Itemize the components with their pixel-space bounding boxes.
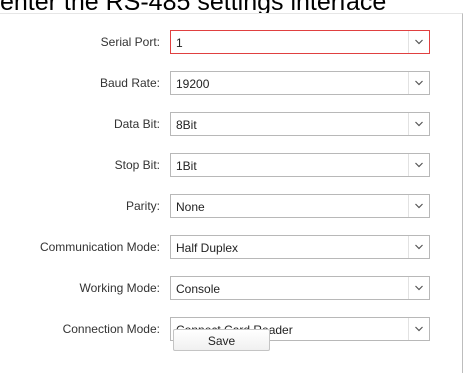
stop-bit-label: Stop Bit: [114, 158, 160, 172]
working-mode-select[interactable]: Console [170, 276, 430, 300]
serial-port-label: Serial Port: [100, 35, 160, 49]
data-bit-value: 8Bit [176, 118, 197, 132]
stop-bit-value: 1Bit [176, 159, 197, 173]
serial-port-row: Serial Port: 1 [0, 30, 462, 56]
stop-bit-row: Stop Bit: 1Bit [0, 153, 462, 179]
baud-rate-row: Baud Rate: 19200 [0, 71, 462, 97]
communication-mode-value: Half Duplex [176, 241, 239, 255]
chevron-down-icon[interactable] [408, 195, 429, 217]
parity-row: Parity: None [0, 194, 462, 220]
parity-value: None [176, 200, 205, 214]
serial-port-value: 1 [176, 36, 183, 50]
chevron-down-icon[interactable] [408, 72, 429, 94]
working-mode-value: Console [176, 282, 221, 296]
partial-document-text: enter the RS-485 settings interface [0, 0, 468, 13]
serial-port-select[interactable]: 1 [170, 30, 430, 54]
parity-label: Parity: [125, 199, 160, 213]
baud-rate-value: 19200 [176, 77, 210, 91]
rs485-settings-panel: Serial Port: 1 Baud Rate: 19200 Data Bit… [0, 13, 463, 373]
save-button[interactable]: Save [173, 329, 270, 351]
communication-mode-label: Communication Mode: [39, 240, 160, 254]
data-bit-label: Data Bit: [113, 117, 160, 131]
chevron-down-icon[interactable] [408, 154, 429, 176]
working-mode-label: Working Mode: [79, 281, 160, 295]
chevron-down-icon[interactable] [408, 113, 429, 135]
baud-rate-label: Baud Rate: [99, 76, 160, 90]
chevron-down-icon[interactable] [408, 31, 429, 53]
baud-rate-select[interactable]: 19200 [170, 71, 430, 95]
communication-mode-row: Communication Mode: Half Duplex [0, 235, 462, 261]
communication-mode-select[interactable]: Half Duplex [170, 235, 430, 259]
working-mode-row: Working Mode: Console [0, 276, 462, 302]
stop-bit-select[interactable]: 1Bit [170, 153, 430, 177]
chevron-down-icon[interactable] [408, 318, 429, 340]
data-bit-select[interactable]: 8Bit [170, 112, 430, 136]
data-bit-row: Data Bit: 8Bit [0, 112, 462, 138]
parity-select[interactable]: None [170, 194, 430, 218]
chevron-down-icon[interactable] [408, 236, 429, 258]
chevron-down-icon[interactable] [408, 277, 429, 299]
connection-mode-label: Connection Mode: [62, 322, 160, 336]
